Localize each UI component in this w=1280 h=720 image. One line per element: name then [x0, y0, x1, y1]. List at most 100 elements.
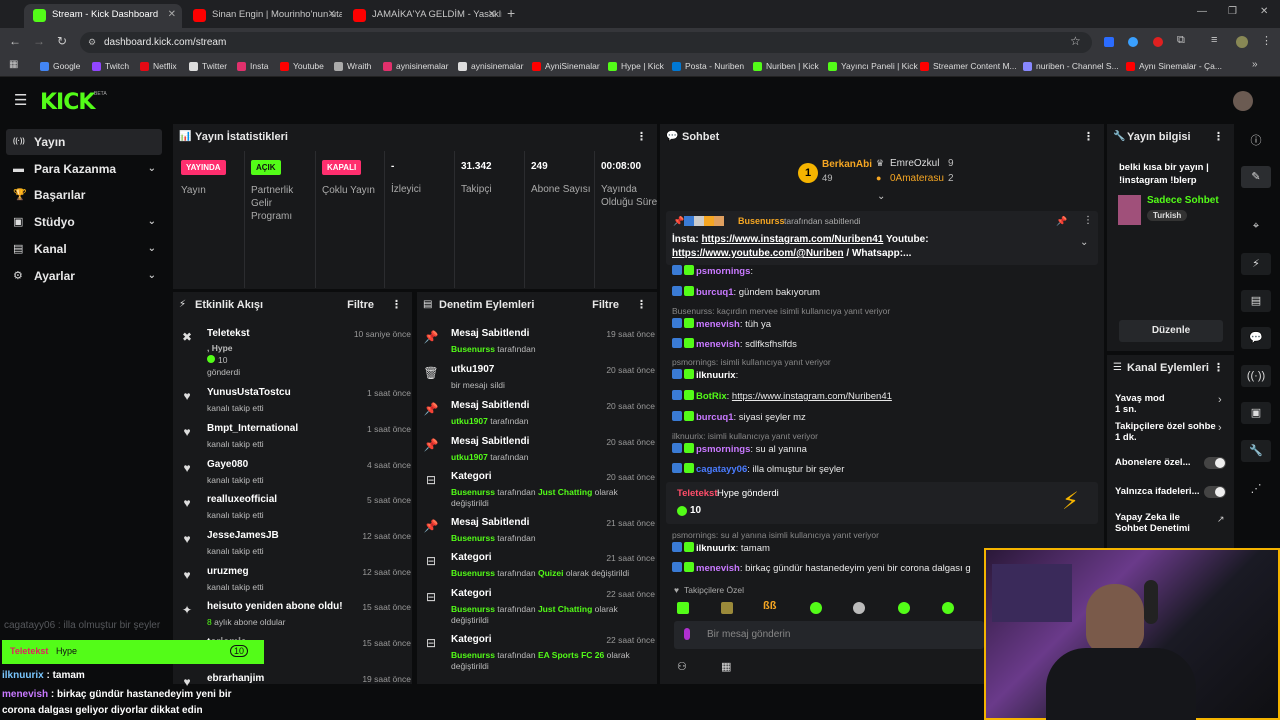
activity-filter-button[interactable]: Filtre: [347, 292, 374, 318]
chat-username[interactable]: burcuq1: [696, 412, 733, 423]
gifter-name[interactable]: 0Amaterasu: [890, 173, 944, 184]
pinned-by-user[interactable]: Busenurss: [738, 216, 785, 226]
chat-message[interactable]: ilknuurix: tamam: [672, 542, 770, 554]
pencil-icon[interactable]: ✎: [1241, 166, 1271, 188]
activity-item[interactable]: ♥ JesseJamesJB 12 saat önce kanalı takip et…: [179, 528, 411, 564]
emote[interactable]: [853, 602, 865, 614]
close-window-icon[interactable]: ✕: [1260, 6, 1268, 17]
activity-item[interactable]: ♥ YunusUstaTostcu 1 saat önce kanalı takip …: [179, 385, 411, 421]
activity-menu-icon[interactable]: ⋮: [391, 292, 402, 318]
youtube-link[interactable]: https://www.youtube.com/@Nuriben: [672, 248, 844, 259]
chevron-right-icon[interactable]: ›: [1218, 422, 1222, 434]
chevron-down-icon[interactable]: ⌄: [148, 156, 156, 182]
tab-youtube-1[interactable]: Sinan Engin | Mourinho'nun uta ✕: [184, 4, 342, 28]
moderation-item[interactable]: ⊟ Kategori 20 saat önce Busenurss tarafında…: [423, 469, 655, 508]
nav-item-yayın[interactable]: ((·)) Yayın: [6, 129, 162, 155]
activity-item[interactable]: ♥ realluxeofficial 5 saat önce kanalı takip…: [179, 492, 411, 528]
gift-user[interactable]: Teletekst: [677, 488, 717, 499]
microphone-icon[interactable]: [684, 628, 690, 640]
activity-item[interactable]: ✖ Teletekst 10 saniye önce , Hype 10 gönderdi: [179, 326, 411, 377]
channel-action-item[interactable]: Abonelere özel...: [1115, 457, 1191, 468]
bookmark-youtube[interactable]: Youtube: [280, 59, 324, 73]
chat-link[interactable]: https://www.instagram.com/Nuriben41: [732, 391, 892, 402]
back-icon[interactable]: ←: [9, 34, 21, 48]
hamburger-menu-icon[interactable]: ☰: [14, 91, 27, 109]
expand-leaderboard-icon[interactable]: ⌄: [877, 191, 885, 202]
maximize-icon[interactable]: ❐: [1228, 6, 1237, 17]
expand-pinned-icon[interactable]: ⌄: [1080, 237, 1088, 248]
bookmark-ayni-sinemalar[interactable]: Aynı Sinemalar - Ça...: [1126, 59, 1222, 73]
moderation-item[interactable]: 📌 Mesaj Sabitlendi 19 saat önce Busenurss t…: [423, 326, 655, 362]
stream-category[interactable]: Sadece Sohbet: [1147, 195, 1219, 206]
moderation-item[interactable]: 📌 Mesaj Sabitlendi 20 saat önce utku1907 ta…: [423, 398, 655, 434]
emote[interactable]: [898, 602, 910, 614]
channel-action-item[interactable]: Yavaş mod 1 sn.: [1115, 393, 1165, 415]
settings-link-icon[interactable]: ⚇: [677, 660, 687, 673]
chat-message[interactable]: burcuq1: gündem bakıyorum: [672, 286, 820, 298]
bookmark-nuriben-channel[interactable]: nuriben - Channel S...: [1023, 59, 1119, 73]
tab-youtube-2[interactable]: JAMAİKA'YA GELDİM - Yasaklı ✕: [344, 4, 502, 28]
bookmark-star-icon[interactable]: ☆: [1070, 34, 1081, 48]
chat-message[interactable]: menevish: tüh ya: [672, 318, 771, 330]
chevron-down-icon[interactable]: ⌄: [148, 236, 156, 262]
chat-menu-icon[interactable]: ⋮: [1083, 124, 1094, 150]
chat-username[interactable]: menevish: [696, 319, 740, 330]
moderation-item[interactable]: 🗑 utku1907 20 saat önce bir mesajı sildi: [423, 362, 655, 398]
chat-username[interactable]: burcuq1: [696, 287, 733, 298]
activity-item[interactable]: ♥ Gaye080 4 saat önce kanalı takip etti: [179, 457, 411, 493]
chat-message[interactable]: psmornings: su al yanına: [672, 443, 807, 455]
kick-logo[interactable]: KICK: [40, 90, 95, 115]
chat-username[interactable]: ilknuurix: [696, 370, 736, 381]
pinned-menu-icon[interactable]: ⋮: [1083, 215, 1093, 226]
bookmark-twitter[interactable]: Twitter: [189, 59, 227, 73]
broadcast-icon[interactable]: ((·)): [1241, 365, 1271, 387]
external-link-icon[interactable]: ↗: [1217, 514, 1225, 525]
extension-icon[interactable]: [1153, 37, 1163, 47]
lightning-icon[interactable]: ⚡: [1241, 253, 1271, 275]
emote[interactable]: [721, 602, 733, 614]
activity-item[interactable]: ♥ Bmpt_International 1 saat önce kanalı tak…: [179, 421, 411, 457]
document-icon[interactable]: ▤: [1241, 290, 1271, 312]
info-icon[interactable]: ⓘ: [1241, 130, 1271, 152]
stream-info-menu-icon[interactable]: ⋮: [1213, 124, 1224, 150]
nav-item-ayarlar[interactable]: ⚙ Ayarlar ⌄: [6, 263, 162, 289]
chat-username[interactable]: psmornings: [696, 266, 750, 277]
site-info-icon[interactable]: ⚙: [88, 32, 96, 53]
chat-message[interactable]: cagatayy06: illa olmuştur bir şeyler: [672, 463, 844, 475]
chevron-down-icon[interactable]: ⌄: [148, 263, 156, 289]
emote[interactable]: ßß: [763, 600, 776, 612]
chat-message[interactable]: menevish: sdlfksfhslfds: [672, 338, 797, 350]
bookmark-hype-kick[interactable]: Hype | Kick: [608, 59, 664, 73]
bookmark-google[interactable]: Google: [40, 59, 80, 73]
profile-avatar[interactable]: [1236, 36, 1248, 48]
bookmark-aynisinemalar-x[interactable]: aynisinemalar: [458, 59, 523, 73]
activity-item[interactable]: ✦ heisuto yeniden abone oldu! 15 saat önce…: [179, 599, 411, 635]
toggle-switch[interactable]: [1204, 486, 1226, 498]
bookmark-aynisinemalar-insta[interactable]: aynisinemalar: [383, 59, 448, 73]
top-gifter-name[interactable]: BerkanAbi: [822, 159, 872, 170]
moderation-item[interactable]: ⊟ Kategori 22 saat önce Busenurss tarafında…: [423, 586, 655, 625]
connections-icon[interactable]: ⋰: [1241, 478, 1271, 500]
close-tab-icon[interactable]: ✕: [488, 4, 496, 26]
edit-stream-info-button[interactable]: Düzenle: [1119, 320, 1223, 342]
moderation-item[interactable]: ⊟ Kategori 22 saat önce Busenurss tarafında…: [423, 632, 655, 671]
instagram-link[interactable]: https://www.instagram.com/Nuriben41: [701, 234, 883, 245]
extension-icon[interactable]: [1128, 37, 1138, 47]
reload-icon[interactable]: ↻: [57, 34, 67, 48]
gifter-name[interactable]: EmreOzkul: [890, 158, 939, 169]
nav-item-başarılar[interactable]: 🏆 Başarılar: [6, 182, 162, 208]
bookmark-posta[interactable]: Posta - Nuriben: [672, 59, 744, 73]
apps-grid-icon[interactable]: ▦: [9, 59, 18, 70]
channel-action-item[interactable]: Takipçilere özel sohbe 1 dk.: [1115, 421, 1216, 443]
chat-input[interactable]: Bir mesaj gönderin: [674, 621, 984, 649]
bookmark-streamer-content[interactable]: Streamer Content M...: [920, 59, 1017, 73]
close-tab-icon[interactable]: ✕: [168, 4, 176, 26]
chevron-right-icon[interactable]: ›: [1218, 394, 1222, 406]
activity-item[interactable]: ♥ uruzmeg 12 saat önce kanalı takip etti: [179, 564, 411, 600]
emote[interactable]: [810, 602, 822, 614]
bookmark-yayinci-paneli[interactable]: Yayıncı Paneli | Kick: [828, 59, 918, 73]
moderation-filter-button[interactable]: Filtre: [592, 292, 619, 318]
emote[interactable]: [942, 602, 954, 614]
stats-menu-icon[interactable]: ⋮: [636, 124, 647, 150]
extensions-puzzle-icon[interactable]: ⧉: [1177, 34, 1185, 47]
